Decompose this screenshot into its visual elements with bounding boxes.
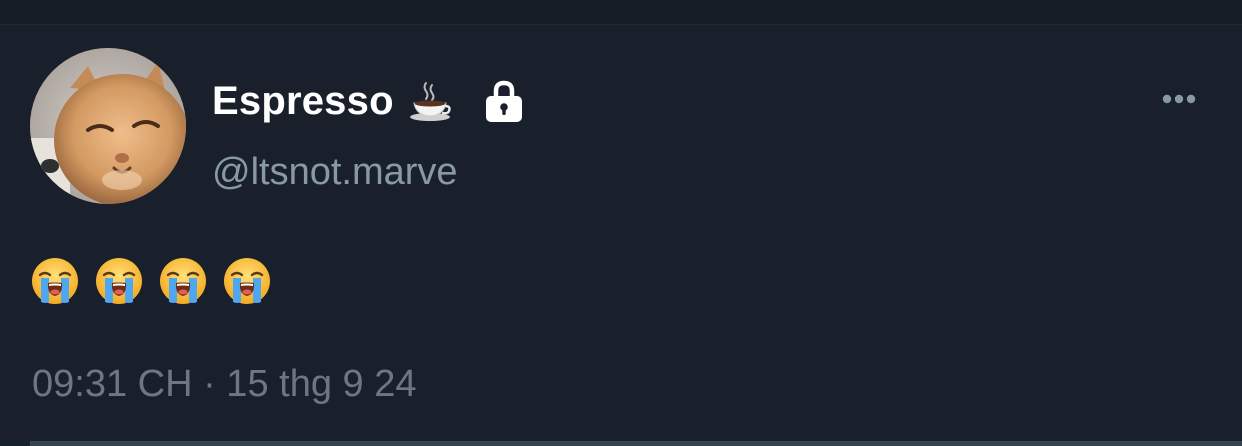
coffee-cup-icon	[409, 82, 451, 121]
top-band	[0, 0, 1242, 25]
tweet-timestamp[interactable]: 09:31 CH · 15 thg 9 24	[32, 360, 416, 408]
lock-icon	[485, 80, 522, 122]
bottom-divider	[30, 441, 1242, 446]
loudly-crying-face-icon	[32, 258, 78, 304]
loudly-crying-face-icon	[224, 258, 270, 304]
loudly-crying-face-icon	[96, 258, 142, 304]
author-handle[interactable]: @ltsnot.marve	[212, 148, 458, 196]
author-display-name[interactable]: Espresso	[212, 76, 394, 126]
more-horizontal-icon	[1162, 94, 1196, 104]
cat-avatar-icon	[30, 48, 186, 204]
author-name-row: Espresso	[212, 76, 526, 126]
loudly-crying-face-icon	[160, 258, 206, 304]
avatar[interactable]	[30, 48, 186, 204]
tweet-text: 😭😭😭😭	[30, 254, 272, 308]
more-options-button[interactable]	[1152, 84, 1206, 114]
